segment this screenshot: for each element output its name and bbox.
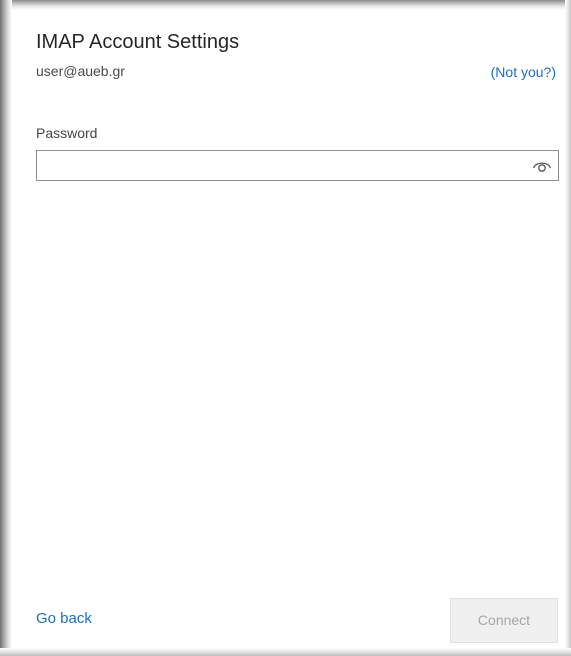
password-label: Password	[36, 125, 98, 141]
password-field[interactable]	[36, 150, 559, 181]
window-shadow-bottom	[0, 648, 571, 656]
connect-button[interactable]: Connect	[450, 598, 558, 643]
imap-account-settings-dialog: IMAP Account Settings user@aueb.gr (Not …	[0, 0, 571, 656]
eye-icon[interactable]	[532, 157, 552, 175]
not-you-link[interactable]: (Not you?)	[491, 64, 556, 80]
dialog-title: IMAP Account Settings	[36, 31, 240, 53]
go-back-link[interactable]: Go back	[36, 610, 92, 627]
window-shadow-top	[0, 0, 571, 10]
window-shadow-right	[565, 0, 571, 656]
window-shadow-left	[0, 0, 12, 656]
password-input[interactable]	[41, 153, 521, 178]
account-email: user@aueb.gr	[36, 63, 125, 79]
